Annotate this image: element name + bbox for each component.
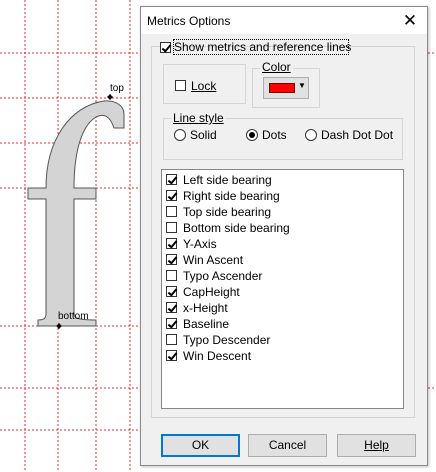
dialog-titlebar[interactable]: Metrics Options ✕ xyxy=(141,7,427,34)
line-style-solid-radio[interactable] xyxy=(174,129,186,141)
line-style-dashdotdot-label[interactable]: Dash Dot Dot xyxy=(321,128,393,142)
metric-item[interactable]: Top side bearing xyxy=(166,204,386,220)
metrics-listbox[interactable]: Left side bearing Right side bearing Top… xyxy=(161,169,404,409)
metric-checkbox[interactable] xyxy=(166,238,177,249)
show-metrics-checkbox[interactable] xyxy=(160,42,171,53)
metric-checkbox[interactable] xyxy=(166,302,177,313)
metric-item[interactable]: x-Height xyxy=(166,300,386,316)
cancel-button[interactable]: Cancel xyxy=(248,434,327,457)
ok-button[interactable]: OK xyxy=(161,434,240,457)
close-icon[interactable]: ✕ xyxy=(393,7,427,34)
metric-item[interactable]: Baseline xyxy=(166,316,386,332)
line-style-dashdotdot-radio[interactable] xyxy=(305,129,317,141)
line-style-label: Line style xyxy=(171,111,226,125)
bottom-point-label: bottom xyxy=(58,311,89,322)
metric-item[interactable]: Typo Ascender xyxy=(166,268,386,284)
metric-item[interactable]: Left side bearing xyxy=(166,172,386,188)
dialog-title: Metrics Options xyxy=(147,14,231,28)
metric-checkbox[interactable] xyxy=(166,270,177,281)
metric-item[interactable]: Y-Axis xyxy=(166,236,386,252)
metric-item[interactable]: CapHeight xyxy=(166,284,386,300)
metric-checkbox[interactable] xyxy=(166,190,177,201)
metric-checkbox[interactable] xyxy=(166,286,177,297)
metric-item[interactable]: Right side bearing xyxy=(166,188,386,204)
metric-checkbox[interactable] xyxy=(166,206,177,217)
metric-checkbox[interactable] xyxy=(166,222,177,233)
metric-item[interactable]: Win Ascent xyxy=(166,252,386,268)
show-metrics-label[interactable]: Show metrics and reference lines xyxy=(174,40,351,54)
top-point-label: top xyxy=(110,83,124,94)
metric-item[interactable]: Bottom side bearing xyxy=(166,220,386,236)
metric-item[interactable]: Typo Descender xyxy=(166,332,386,348)
lock-label[interactable]: Lock xyxy=(191,79,216,93)
line-style-solid-label[interactable]: Solid xyxy=(190,128,217,142)
metric-checkbox[interactable] xyxy=(166,318,177,329)
lock-checkbox[interactable] xyxy=(175,80,186,91)
metric-checkbox[interactable] xyxy=(166,334,177,345)
line-style-dots-label[interactable]: Dots xyxy=(262,128,287,142)
metric-checkbox[interactable] xyxy=(166,350,177,361)
metric-item[interactable]: Win Descent xyxy=(166,348,386,364)
vertical-guides xyxy=(24,0,131,472)
line-style-dots-radio[interactable] xyxy=(246,129,258,141)
help-button[interactable]: Help xyxy=(337,434,416,457)
color-group-label: Color xyxy=(260,60,293,74)
glyph-f-outline[interactable] xyxy=(27,100,125,327)
metric-checkbox[interactable] xyxy=(166,174,177,185)
color-picker-button[interactable]: ▼ xyxy=(263,77,309,99)
metrics-options-dialog: Metrics Options ✕ Show metrics and refer… xyxy=(140,6,428,466)
metric-checkbox[interactable] xyxy=(166,254,177,265)
color-swatch xyxy=(269,83,295,93)
chevron-down-icon: ▼ xyxy=(298,81,306,90)
